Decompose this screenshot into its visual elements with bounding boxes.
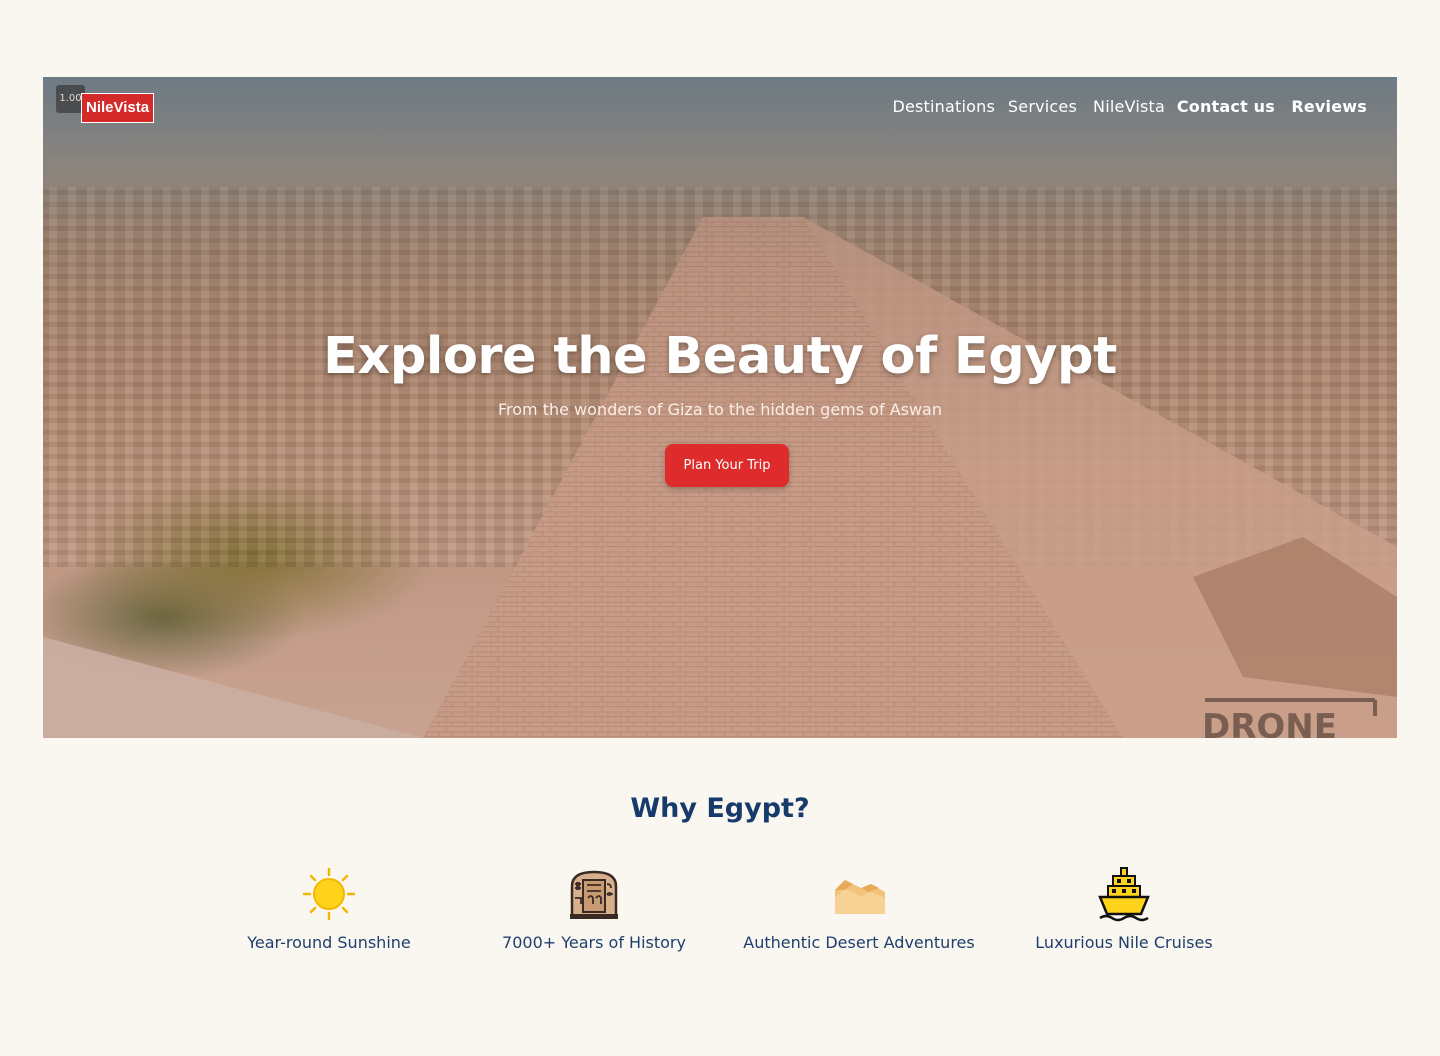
hero-subtitle: From the wonders of Giza to the hidden g… xyxy=(497,400,942,419)
feature-sunshine: Year-round Sunshine xyxy=(199,866,459,952)
feature-label: Authentic Desert Adventures xyxy=(743,933,975,952)
drone-watermark: DRONE xyxy=(1202,698,1377,738)
logo[interactable]: 1.00 NileVista xyxy=(56,85,155,123)
hero-title: Explore the Beauty of Egypt xyxy=(323,327,1117,386)
nav-destinations[interactable]: Destinations xyxy=(892,97,995,116)
nav-services[interactable]: Services xyxy=(1008,97,1077,116)
nav-nilevista[interactable]: NileVista xyxy=(1093,97,1165,116)
feature-desert: Authentic Desert Adventures xyxy=(729,866,989,952)
feature-history: 7000+ Years of History xyxy=(464,866,724,952)
plan-your-trip-button[interactable]: Plan Your Trip xyxy=(665,444,789,487)
nav-reviews[interactable]: Reviews xyxy=(1291,97,1367,116)
sun-icon xyxy=(302,867,356,921)
hero-section: 1.00 NileVista Destinations Services Nil… xyxy=(43,77,1397,738)
brand-name: NileVista xyxy=(81,93,155,123)
feature-label: Luxurious Nile Cruises xyxy=(1035,933,1213,952)
watermark-text: DRONE xyxy=(1202,707,1337,738)
why-egypt-heading: Why Egypt? xyxy=(630,793,810,824)
desert-dunes-icon xyxy=(835,880,885,914)
feature-cruises: Luxurious Nile Cruises xyxy=(994,866,1254,952)
nav-contact-us[interactable]: Contact us xyxy=(1177,97,1275,116)
feature-label: Year-round Sunshine xyxy=(247,933,411,952)
feature-label: 7000+ Years of History xyxy=(502,933,686,952)
hieroglyph-tablet-icon xyxy=(570,870,618,919)
cruise-ship-icon xyxy=(1098,867,1150,922)
